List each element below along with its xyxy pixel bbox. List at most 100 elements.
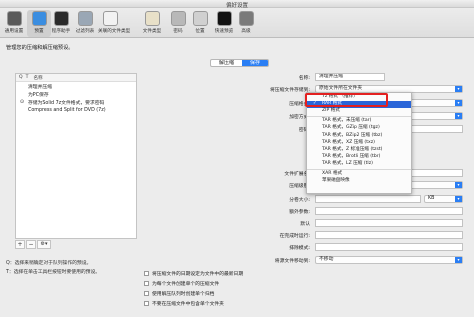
checkbox-box[interactable]: [144, 271, 149, 276]
preset-name: 清理并压缩: [28, 84, 52, 90]
menu-item[interactable]: TAR 格式，GZip 压缩 (tgz): [307, 125, 411, 132]
t-note: T：选择在单击工具栏按钮时要使用的预设。: [6, 270, 101, 275]
header-t: T: [25, 75, 29, 80]
toolbar-label: 快速预览: [214, 29, 234, 34]
toolbar-item-5[interactable]: 文件类型: [140, 10, 164, 37]
toolbar-item-4[interactable]: 关联的文件类型: [98, 10, 130, 37]
menu-item[interactable]: TAR 格式，LZ 压缩 (tlz): [307, 161, 411, 168]
exclude-field[interactable]: [315, 243, 463, 251]
preferences-toolbar: 通用设置 预置 程序助手 过滤列表 关联的文件类型 文件类型 密码 位置 快速预览 高级: [0, 8, 474, 38]
level-label: 压缩级别:: [289, 184, 310, 189]
toolbar-item-1[interactable]: 预置: [27, 10, 51, 37]
compress-format-label: 压缩格式:: [289, 102, 310, 107]
menu-item-label: XAR 格式: [322, 171, 343, 176]
extra-params-label: 额外参数:: [289, 210, 310, 215]
toolbar-icon: [53, 11, 69, 26]
toolbar-icon: [6, 11, 22, 26]
extension-label: 文件扩展名:: [284, 172, 310, 177]
toolbar-icon: [102, 11, 118, 26]
toolbar-icon: [192, 11, 208, 26]
toolbar-item-2[interactable]: 程序助手: [49, 10, 73, 37]
menu-item[interactable]: TAR 格式，XZ 压缩 (txz): [307, 140, 411, 147]
default-field[interactable]: [315, 219, 463, 227]
preset-name: 存储为Solid 7z文件格式，要求密码: [28, 100, 105, 106]
menu-item[interactable]: 苹果磁盘映像: [307, 178, 411, 185]
menu-item-label: TAR 格式，Brotli 压缩 (tbr): [322, 153, 381, 159]
list-item[interactable]: 清理并压缩: [16, 82, 136, 90]
list-item[interactable]: 为PC保存: [16, 90, 136, 98]
save-location-label: 将压缩文件存储到:: [270, 88, 310, 93]
list-item[interactable]: Compress and Split for DVD (7z): [16, 106, 136, 114]
menu-item[interactable]: TAR 格式，Brotli 压缩 (tbr): [307, 154, 411, 161]
toolbar-item-3[interactable]: 过滤列表: [73, 10, 97, 37]
split-unit-popup[interactable]: KB ▾: [424, 195, 463, 203]
toolbar-icon: [31, 11, 47, 26]
menu-item[interactable]: TAR 格式，未压缩 (tar): [307, 118, 411, 125]
chevron-down-icon: ▾: [455, 257, 462, 263]
menu-item-label: TAR 格式，BZip2 压缩 (tbz): [322, 132, 383, 138]
title-bar: 偏好设置: [0, 0, 474, 9]
toolbar-label: 位置: [195, 29, 205, 34]
remove-preset-button[interactable]: −: [26, 240, 36, 249]
checkbox-latest-date[interactable]: 将压缩文件的日期设定为文件中的最新日期: [144, 270, 243, 277]
extra-params-field[interactable]: [315, 207, 463, 215]
checkbox-single-archive-queue[interactable]: 使用解压队列时创建单个归档: [144, 290, 214, 297]
mode-segmented-control[interactable]: 解压缩 保存: [210, 59, 270, 67]
checkbox-box[interactable]: [144, 291, 149, 296]
checkbox-no-single-folder[interactable]: 不要在压缩文件中包含单个文件夹: [144, 300, 224, 307]
toolbar-item-0[interactable]: 通用设置: [2, 10, 26, 37]
toolbar-label: 预置: [34, 29, 44, 34]
header-name[interactable]: 名称: [33, 75, 42, 81]
toolbar-icon: [238, 11, 254, 26]
radio-mark[interactable]: ⊙: [16, 99, 28, 105]
chevron-down-icon: ▾: [455, 113, 462, 119]
password-label: 密码:: [298, 128, 310, 133]
toolbar-label: 程序助手: [51, 29, 71, 34]
name-label: 名称:: [298, 76, 310, 81]
toolbar-icon: [216, 11, 232, 26]
exclude-label: 排除模式:: [289, 246, 310, 251]
toolbar-item-6[interactable]: 密码: [166, 10, 190, 37]
checkbox-box[interactable]: [144, 301, 149, 306]
menu-item[interactable]: ZIP 格式: [307, 108, 411, 115]
split-size-field[interactable]: [315, 195, 421, 203]
menu-item[interactable]: TAR 格式，Z 标准压缩 (tzst): [307, 147, 411, 154]
after-field[interactable]: [315, 231, 463, 239]
checkbox-per-file-archive[interactable]: 为每个文件创建单个的压缩文件: [144, 280, 219, 287]
chevron-down-icon: ▾: [455, 182, 462, 188]
preset-list[interactable]: Q T 名称 清理并压缩 为PC保存 ⊙ 存储为Solid 7z文件格式，要求密码 Co…: [15, 73, 137, 239]
preset-name: 为PC保存: [28, 92, 49, 98]
list-footer: + − ⚙▾: [15, 240, 51, 249]
source-action-value: 不移动: [319, 257, 334, 262]
chevron-down-icon: ▾: [455, 196, 462, 202]
toolbar-item-9[interactable]: 高级: [234, 10, 258, 37]
tab-save[interactable]: 保存: [242, 60, 269, 66]
checkbox-box[interactable]: [144, 281, 149, 286]
menu-item-label: TAR 格式，XZ 压缩 (txz): [322, 139, 375, 145]
after-label: 在完成时运行:: [279, 234, 310, 239]
name-field[interactable]: 清理并压缩: [315, 73, 385, 81]
annotation-highlight-box: [305, 93, 388, 107]
toolbar-label: 密码: [173, 29, 183, 34]
compress-format-menu[interactable]: 7z 格式 （推荐） ✓ RAR 格式 ZIP 格式 TAR 格式，未压缩 (tar) T…: [306, 92, 412, 194]
toolbar-item-8[interactable]: 快速预览: [212, 10, 236, 37]
q-note: Q：选择来稍确定对于队列操作的预设。: [6, 261, 92, 266]
menu-item[interactable]: TAR 格式，BZip2 压缩 (tbz): [307, 133, 411, 140]
preset-name: Compress and Split for DVD (7z): [28, 107, 106, 113]
menu-item[interactable]: XAR 格式: [307, 171, 411, 178]
chevron-down-icon: ▾: [455, 86, 462, 92]
list-item[interactable]: ⊙ 存储为Solid 7z文件格式，要求密码: [16, 98, 136, 106]
add-preset-button[interactable]: +: [15, 240, 25, 249]
toolbar-label: 文件类型: [142, 29, 162, 34]
intro-text: 管理您的压缩和解压缩预设。: [6, 45, 74, 51]
toolbar-item-7[interactable]: 位置: [188, 10, 212, 37]
source-action-popup[interactable]: 不移动 ▾: [315, 256, 463, 264]
tab-decompress[interactable]: 解压缩: [211, 60, 242, 66]
toolbar-icon: [77, 11, 93, 26]
gear-menu-button[interactable]: ⚙▾: [37, 240, 51, 249]
menu-item-label: 苹果磁盘映像: [322, 178, 350, 184]
menu-item-label: TAR 格式，未压缩 (tar): [322, 118, 372, 124]
menu-item-label: ZIP 格式: [322, 108, 340, 114]
toolbar-icon: [144, 11, 160, 26]
menu-item-label: TAR 格式，Z 标准压缩 (tzst): [322, 146, 383, 152]
